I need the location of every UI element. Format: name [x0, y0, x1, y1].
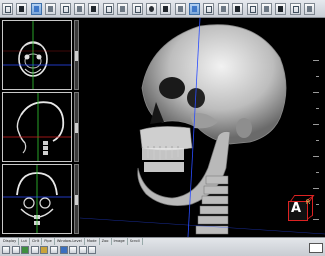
cursor-button[interactable] — [275, 2, 287, 15]
volume-render-icon — [163, 5, 169, 12]
sync-icon — [307, 5, 313, 12]
skin-button[interactable] — [246, 2, 258, 15]
layout-button[interactable] — [2, 2, 13, 15]
mode-tabs: Display Lut Clrlt Pipe Window-Level Mode… — [1, 238, 143, 245]
bottom-tool-buttons — [2, 246, 98, 254]
mpr-icon — [177, 5, 183, 12]
reset-icon — [206, 5, 213, 13]
bottom-tool-button[interactable] — [30, 246, 39, 254]
cine-button[interactable] — [117, 2, 129, 15]
tab-pipe[interactable]: Pipe — [42, 238, 55, 245]
axial-scroll-thumb[interactable] — [75, 51, 78, 61]
zoom-button[interactable] — [16, 2, 28, 15]
ruler-tick — [313, 156, 319, 157]
cross-button[interactable] — [289, 2, 301, 15]
status-indicator — [309, 243, 323, 253]
bottom-tool-button[interactable] — [49, 246, 58, 254]
tab-mode[interactable]: Mode — [85, 238, 100, 245]
tab-image[interactable]: Image — [112, 238, 128, 245]
ruler-tick — [316, 204, 319, 205]
bottom-tool-button[interactable] — [40, 246, 49, 254]
mip-icon — [148, 5, 154, 12]
sagittal-viewport[interactable] — [2, 92, 72, 162]
3d-volume-viewport[interactable]: A R — [80, 18, 325, 237]
ruler-tick — [313, 92, 319, 93]
ruler-tick — [316, 108, 319, 109]
axial-scrollbar[interactable] — [74, 20, 79, 90]
ruler-tick — [316, 140, 319, 141]
tab-scroll[interactable]: Scroll — [128, 238, 143, 245]
tab-clrlt[interactable]: Clrlt — [30, 238, 43, 245]
slab-button[interactable] — [131, 2, 143, 15]
bottom-tool-button[interactable] — [59, 246, 68, 254]
bottom-tool-button[interactable] — [88, 246, 97, 254]
coronal-viewport[interactable] — [2, 164, 72, 234]
annotate-button[interactable] — [102, 2, 114, 15]
bottom-tool-button[interactable] — [2, 246, 10, 254]
measure-icon — [76, 5, 82, 12]
brightness-icon — [264, 5, 270, 12]
brightness-button[interactable] — [261, 2, 273, 15]
bottom-tool-button[interactable] — [11, 246, 20, 254]
ruler-tick — [316, 76, 319, 77]
layout-icon — [5, 5, 11, 13]
orientation-cube[interactable]: A R — [286, 195, 315, 223]
mpr-button[interactable] — [174, 2, 186, 15]
annotate-icon — [105, 5, 112, 13]
tab-display[interactable]: Display — [1, 238, 20, 245]
bone-icon — [235, 5, 241, 12]
volume-render-button[interactable] — [160, 2, 172, 15]
skin-icon — [249, 5, 256, 13]
measure-button[interactable] — [73, 2, 85, 15]
tab-lut[interactable]: Lut — [19, 238, 30, 245]
reset-button[interactable] — [203, 2, 215, 15]
filters-icon — [220, 5, 226, 12]
pan-button[interactable] — [45, 2, 57, 15]
orientation-label-right: R — [306, 199, 311, 206]
rotate-button[interactable] — [59, 2, 71, 15]
coronal-slice-image — [3, 165, 71, 233]
mpr-thumbnail-panel — [0, 18, 80, 237]
rotate-icon — [62, 5, 69, 13]
ruler-tick — [313, 188, 319, 189]
top-toolbar — [0, 0, 325, 18]
roi-icon — [91, 5, 97, 12]
mip-button[interactable] — [145, 2, 157, 15]
ruler-tick — [316, 172, 319, 173]
sagittal-scrollbar[interactable] — [74, 92, 79, 162]
roi-button[interactable] — [88, 2, 100, 15]
filters-button[interactable] — [217, 2, 229, 15]
bone-button[interactable] — [232, 2, 244, 15]
sync-button[interactable] — [304, 2, 316, 15]
cross-icon — [292, 5, 299, 13]
bottom-tool-button[interactable] — [78, 246, 87, 254]
axial-slice-image — [3, 21, 71, 89]
tab-zoom[interactable]: Zoo — [100, 238, 112, 245]
cine-icon — [120, 5, 126, 12]
orientation-label-anterior: A — [291, 201, 302, 216]
slab-icon — [134, 5, 141, 13]
zoom-icon — [19, 5, 25, 12]
pan-icon — [48, 5, 54, 12]
coronal-scrollbar[interactable] — [74, 164, 79, 234]
window-level-icon — [33, 5, 39, 12]
axial-viewport[interactable] — [2, 20, 72, 90]
cut-button[interactable] — [189, 2, 201, 15]
ruler-tick — [313, 124, 319, 125]
bottom-status-bar: Display Lut Clrlt Pipe Window-Level Mode… — [0, 237, 325, 256]
sagittal-scroll-thumb[interactable] — [75, 123, 78, 133]
ruler-tick — [313, 60, 319, 61]
bottom-tool-button[interactable] — [69, 246, 78, 254]
sagittal-slice-image — [3, 93, 71, 161]
cut-icon — [192, 5, 198, 12]
bottom-tool-button[interactable] — [21, 246, 30, 254]
coronal-scroll-thumb[interactable] — [75, 195, 78, 205]
tab-window-level[interactable]: Window-Level — [55, 238, 85, 245]
window-level-button[interactable] — [30, 2, 42, 15]
cursor-icon — [278, 5, 284, 12]
